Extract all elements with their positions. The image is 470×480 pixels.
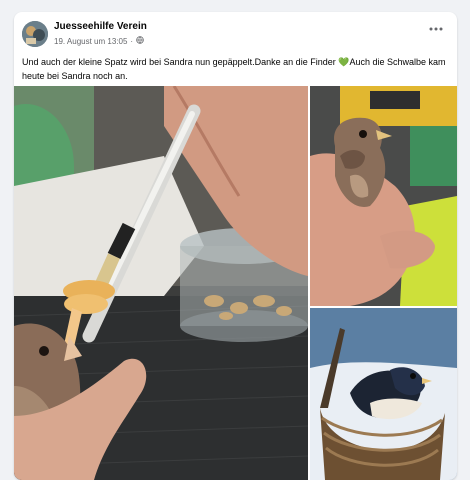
swallow-in-basket-photo[interactable] [310,308,457,480]
photo-grid [14,86,457,480]
more-horizontal-icon[interactable] [427,20,445,38]
page-avatar[interactable] [22,21,48,47]
post-header: Juesseehilfe Verein 19. August um 13:05 … [14,12,457,52]
post-text-part1: Und auch der kleine Spatz wird bei Sandr… [22,57,339,67]
post-card: Juesseehilfe Verein 19. August um 13:05 … [14,12,457,480]
globe-icon [136,36,144,46]
post-text: Und auch der kleine Spatz wird bei Sandr… [22,55,452,83]
syringe-feeding-sparrow-photo[interactable] [14,86,308,480]
post-timestamp[interactable]: 19. August um 13:05 [54,37,127,46]
dot-separator: · [130,36,134,46]
page-name-link[interactable]: Juesseehilfe Verein [54,21,147,32]
sparrow-in-hand-photo[interactable] [310,86,457,306]
post-meta: 19. August um 13:05 · [54,36,144,46]
green-heart-icon: 💚 [338,57,350,67]
